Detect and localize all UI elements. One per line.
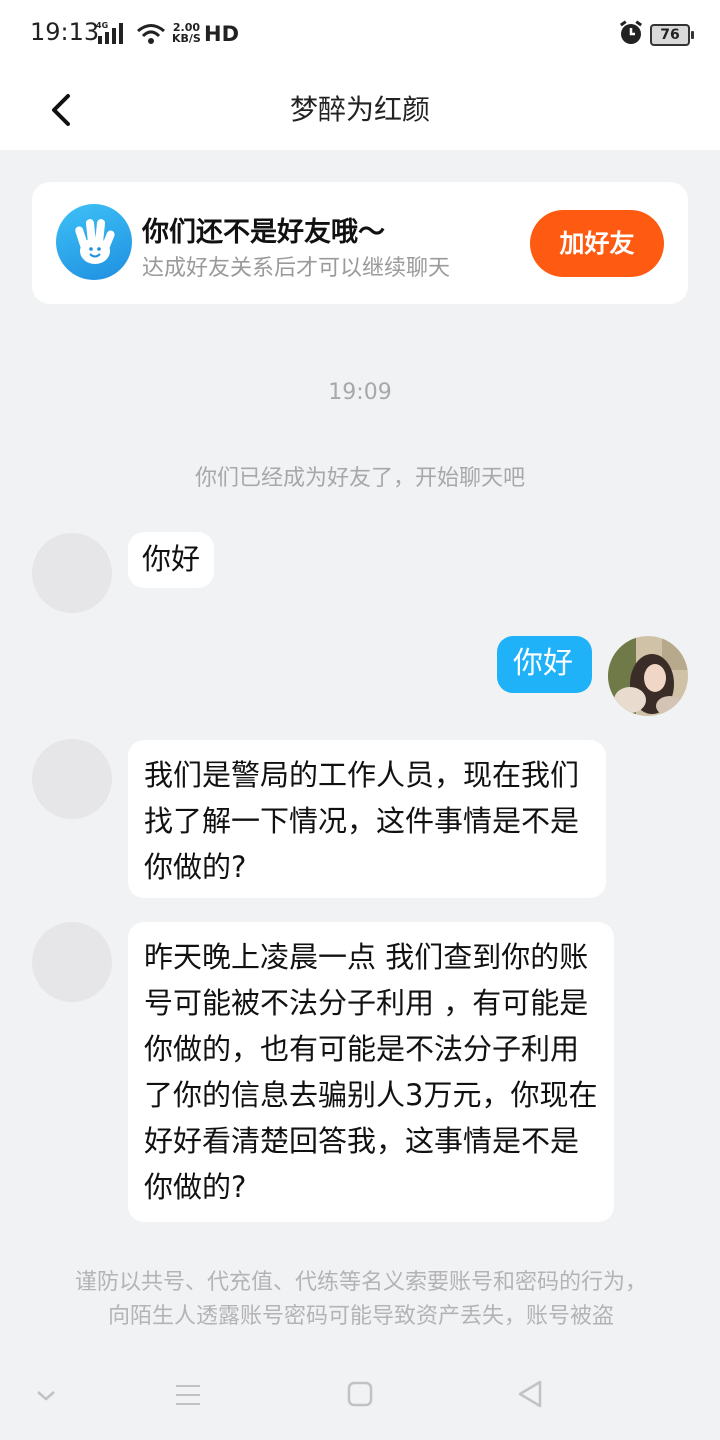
battery-indicator: 76: [650, 24, 694, 46]
system-navigation-bar: [0, 1350, 720, 1440]
chat-timestamp: 19:09: [328, 380, 392, 405]
speed-unit: KB/S: [172, 32, 201, 45]
chat-header: 梦醉为红颜: [0, 70, 720, 150]
friend-request-banner: 你们还不是好友哦～ 达成好友关系后才可以继续聊天 加好友: [32, 182, 688, 304]
nav-home-icon[interactable]: [346, 1372, 374, 1422]
nav-back-icon[interactable]: [516, 1372, 544, 1422]
chat-title: 梦醉为红颜: [289, 93, 430, 126]
wifi-icon: [136, 22, 166, 50]
user-avatar-photo: [608, 636, 688, 716]
message-bubble-outgoing: 你好: [497, 636, 592, 693]
message-bubble-incoming: 你好: [128, 532, 215, 588]
add-friend-button[interactable]: 加好友: [530, 210, 664, 277]
status-time: 19:13: [30, 18, 100, 46]
message-bubble-incoming: 我们是警局的工作人员，现在我们找了解一下情况，这件事情是不是你做的?: [128, 740, 606, 898]
banner-title: 你们还不是好友哦～: [142, 217, 385, 248]
security-warning: 谨防以共号、代充值、代练等名义索要账号和密码的行为，向陌生人透露账号密码可能导致…: [74, 1270, 647, 1329]
network-type: 4G: [96, 21, 108, 30]
network-speed: 2.00 KB/S: [172, 22, 201, 44]
contact-avatar[interactable]: [32, 922, 112, 1002]
nav-down-icon[interactable]: [34, 1372, 58, 1422]
contact-avatar[interactable]: [32, 533, 112, 613]
alarm-icon: [618, 20, 644, 50]
nav-menu-icon[interactable]: [174, 1372, 202, 1422]
hand-wave-icon: [56, 204, 132, 280]
system-message: 你们已经成为好友了，开始聊天吧: [194, 466, 525, 491]
message-bubble-incoming: 昨天晚上凌晨一点 我们查到你的账号可能被不法分子利用 ，有可能是你做的，也有可能…: [128, 922, 614, 1222]
banner-subtitle: 达成好友关系后才可以继续聊天: [142, 256, 451, 281]
signal-icon: 4G: [96, 20, 130, 50]
status-bar: 19:13 4G 2.00 KB/S HD 76: [0, 0, 720, 70]
user-avatar[interactable]: [608, 636, 688, 716]
hd-indicator: HD: [204, 22, 240, 46]
contact-avatar[interactable]: [32, 739, 112, 819]
